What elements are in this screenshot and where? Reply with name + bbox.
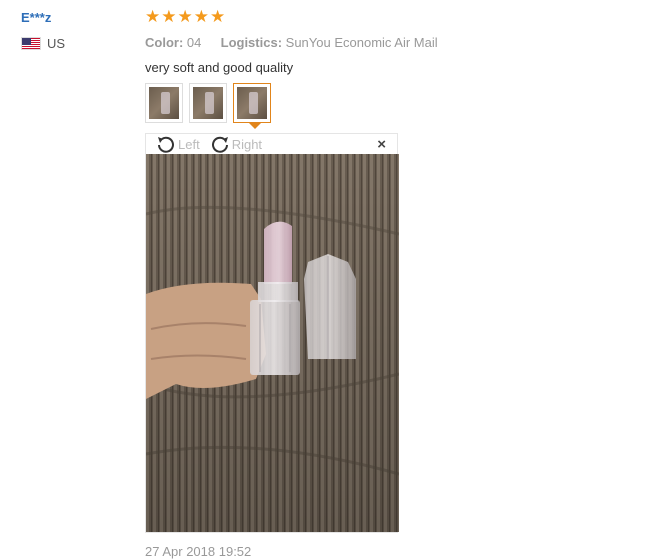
thumbnail-image xyxy=(237,87,267,119)
rotate-right-icon xyxy=(211,136,228,153)
star-rating: ★ ★ ★ ★ ★ xyxy=(145,8,645,26)
review-photo xyxy=(146,154,399,532)
rotate-right-label: Right xyxy=(231,136,263,152)
us-flag-icon xyxy=(21,37,41,50)
rotate-left-button[interactable]: Left xyxy=(156,135,200,153)
star-icon: ★ xyxy=(210,7,226,26)
color-label: Color: xyxy=(145,35,184,50)
country-name: US xyxy=(47,36,66,51)
star-icon: ★ xyxy=(193,7,209,26)
order-info: Color: 04 Logistics: SunYou Economic Air… xyxy=(145,35,645,50)
review-thumbnails xyxy=(145,83,645,129)
review-date: 27 Apr 2018 19:52 xyxy=(145,544,252,559)
star-icon: ★ xyxy=(177,7,193,26)
logistics-label: Logistics: xyxy=(220,35,283,50)
review-thumbnail-active[interactable] xyxy=(233,83,271,129)
rotate-right-button[interactable]: Right xyxy=(210,135,262,153)
thumbnail-image xyxy=(149,87,179,119)
review-thumbnail[interactable] xyxy=(189,83,227,123)
star-icon: ★ xyxy=(161,7,177,26)
rotate-left-label: Left xyxy=(178,136,200,152)
color-value: 04 xyxy=(186,35,202,50)
star-icon: ★ xyxy=(145,7,161,26)
review-content: ★ ★ ★ ★ ★ Color: 04 Logistics: SunYou Ec… xyxy=(145,8,645,129)
rotate-left-icon xyxy=(158,136,174,153)
review-text: very soft and good quality xyxy=(145,60,294,75)
logistics-value: SunYou Economic Air Mail xyxy=(285,35,438,50)
thumbnail-image xyxy=(193,87,223,119)
viewer-toolbar: Left Right × xyxy=(146,134,397,154)
image-viewer: Left Right × xyxy=(145,133,399,533)
reviewer-name: E***z xyxy=(21,10,52,25)
review-thumbnail[interactable] xyxy=(145,83,183,123)
reviewer-country: US xyxy=(21,36,65,51)
close-viewer-button[interactable]: × xyxy=(377,136,386,153)
reviewer-info: E***z US xyxy=(21,10,65,51)
